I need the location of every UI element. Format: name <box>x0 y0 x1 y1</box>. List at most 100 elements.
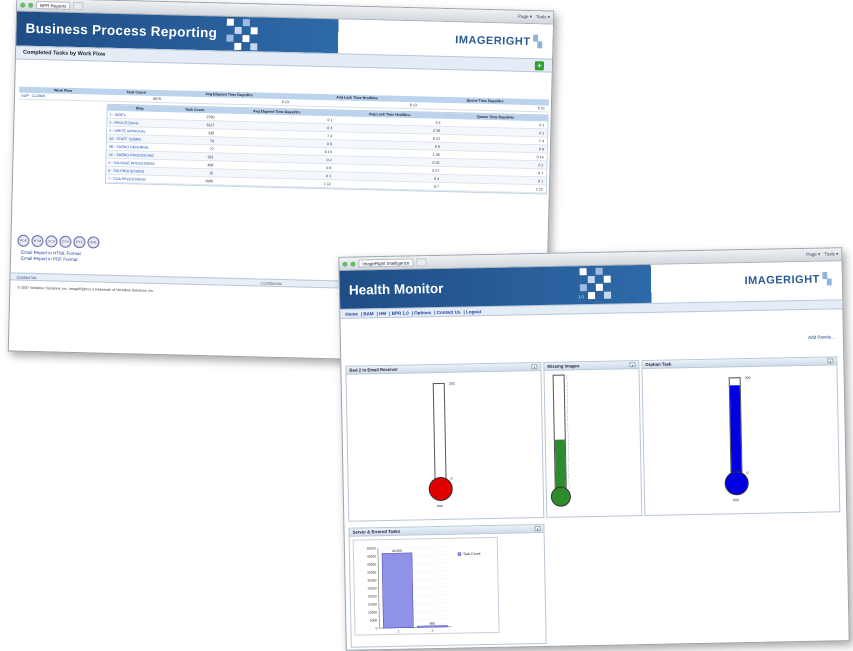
thermometer-bulb <box>551 486 571 506</box>
data-label: 46,659 <box>392 549 402 553</box>
data-label: 850 <box>430 622 436 626</box>
value-label: 0 <box>746 471 748 475</box>
export-xml-button[interactable]: XML <box>87 236 99 248</box>
export-htm-button[interactable]: HTM <box>31 235 43 247</box>
task-count-chart: 5000045000400003500030000250002000015000… <box>353 537 500 636</box>
cell: 77 <box>171 144 217 152</box>
report-subtitle: Completed Tasks by Work Flow <box>23 50 105 58</box>
page-menu[interactable]: Page ▾ <box>518 14 532 20</box>
nav-contact-us[interactable]: Contact Us <box>437 310 461 315</box>
nav-hm[interactable]: HM <box>379 311 386 316</box>
panel-header[interactable]: Server & Errored Tasksx <box>349 525 543 537</box>
add-icon[interactable]: + <box>535 61 544 70</box>
thermometer-bulb <box>724 471 748 495</box>
page-title: Business Process Reporting <box>25 21 217 41</box>
thermometer-bulb <box>429 477 453 501</box>
cell: 361 <box>170 152 216 160</box>
tools-menu[interactable]: Tools ▾ <box>824 251 838 257</box>
y-tick-label: 20000 <box>368 594 377 598</box>
value-label: 0 <box>451 477 453 481</box>
x-tick-label: 2 <box>431 629 433 633</box>
panel-email-receiver: Bed 2 in Email Receiverx 200 0 last <box>345 362 544 522</box>
thermometer-tube <box>433 383 447 483</box>
y-tick-label: 25000 <box>367 586 376 590</box>
nav-home[interactable]: Home <box>345 312 358 317</box>
max-label: 200 <box>449 382 455 386</box>
nav-bam[interactable]: BAM <box>363 311 373 316</box>
panel-header[interactable]: Bed 2 in Email Receiverx <box>346 363 540 375</box>
nav-options[interactable]: Options <box>414 310 431 315</box>
health-monitor-window: ImageRight Intelligence Page ▾ Tools ▾ H… <box>338 247 849 651</box>
back-icon[interactable] <box>20 2 25 7</box>
panel-header[interactable]: Missing Imagesx <box>544 361 638 371</box>
cell: 498 <box>170 160 216 168</box>
legend-swatch <box>458 553 461 556</box>
back-icon[interactable] <box>342 261 347 266</box>
y-tick-label: 5000 <box>370 618 378 622</box>
gridline <box>378 547 450 548</box>
browser-tab[interactable]: ImageRight Intelligence <box>358 258 413 267</box>
export-buttons: PDF HTM XLS CSV RTF XML <box>17 235 99 249</box>
y-tick-label: 40000 <box>367 562 376 566</box>
forward-icon[interactable] <box>350 261 355 266</box>
close-icon[interactable]: x <box>827 358 833 363</box>
legend-label: Task Count <box>463 552 481 556</box>
email-pdf-link[interactable]: Email Report in PDF Format <box>21 256 81 263</box>
y-tick-label: 10000 <box>368 610 377 614</box>
panel-server-errored: Server & Errored Tasksx 5000045000400003… <box>348 524 546 648</box>
nav-bpr[interactable]: BPR 1.0 <box>392 311 409 316</box>
checker-decoration <box>580 268 612 300</box>
bar[interactable] <box>417 625 447 627</box>
contact-us-link[interactable]: Contact Us <box>16 274 36 281</box>
gauge-label: 999 <box>733 498 739 502</box>
cell: 2790 <box>171 112 217 120</box>
close-icon[interactable]: x <box>629 362 635 367</box>
bar-chart-svg: 5000045000400003500030000250002000015000… <box>354 538 501 637</box>
page-menu[interactable]: Page ▾ <box>806 252 820 258</box>
y-tick-label: 15000 <box>368 602 377 606</box>
thermometer-tube <box>729 377 743 477</box>
step-link[interactable]: 7 - DOA PROCESSING <box>106 175 170 184</box>
page-title: Health Monitor <box>349 281 444 298</box>
panel-orphan-task: Orphan Taskx 200 0 999 <box>641 356 840 516</box>
copyright: © 2007 Vertafore Solutions, Inc. ImageRi… <box>17 286 154 293</box>
cell: 335 <box>171 128 217 136</box>
close-icon[interactable]: x <box>534 526 540 531</box>
y-tick-label: 35000 <box>367 570 376 574</box>
steps-table: Step Task Count Avg Elapsed Time Days/Hr… <box>105 104 549 195</box>
gauge-label: last <box>437 504 443 508</box>
export-rtf-button[interactable]: RTF <box>73 236 85 248</box>
checker-decoration <box>226 19 258 51</box>
tools-menu[interactable]: Tools ▾ <box>536 14 550 20</box>
browser-tab[interactable]: BPR Reports <box>36 1 70 10</box>
x-tick-label: 1 <box>398 629 400 633</box>
cell: 1 12 <box>216 177 334 187</box>
forward-icon[interactable] <box>28 2 33 7</box>
export-xls-button[interactable]: XLS <box>45 235 57 247</box>
thermometer-tube <box>553 375 567 493</box>
cell: 76 <box>171 136 217 144</box>
imageright-logo: IMAGERIGHT▚ <box>455 33 543 48</box>
new-tab-button[interactable] <box>416 258 426 266</box>
cell: 1645 <box>170 176 216 184</box>
add-panels-link[interactable]: Add Panels... <box>808 334 835 340</box>
thermometer-fill <box>555 439 566 491</box>
y-tick-label: 0 <box>376 626 378 630</box>
panel-header[interactable]: Orphan Taskx <box>642 357 836 369</box>
export-pdf-button[interactable]: PDF <box>17 235 29 247</box>
y-tick-label: 45000 <box>367 554 376 558</box>
new-tab-button[interactable] <box>73 2 83 10</box>
cell: 6675 <box>107 95 165 103</box>
email-links: Email Report in HTML Format Email Report… <box>21 250 81 263</box>
confidential-label: Confidential <box>260 280 281 288</box>
nav-logout[interactable]: Logout <box>466 309 481 314</box>
bar[interactable] <box>382 553 413 628</box>
cell: 1 12 <box>442 183 546 193</box>
close-icon[interactable]: x <box>531 364 537 369</box>
export-csv-button[interactable]: CSV <box>59 236 71 248</box>
workflow-link[interactable]: GUP - CLAIMS <box>19 93 107 102</box>
y-tick-label: 50000 <box>367 546 376 550</box>
imageright-logo: IMAGERIGHT▚ <box>744 272 831 287</box>
cell: 3227 <box>171 120 217 128</box>
panel-missing-images: Missing Imagesx ||||||||||||||||||||||||… <box>543 360 642 518</box>
